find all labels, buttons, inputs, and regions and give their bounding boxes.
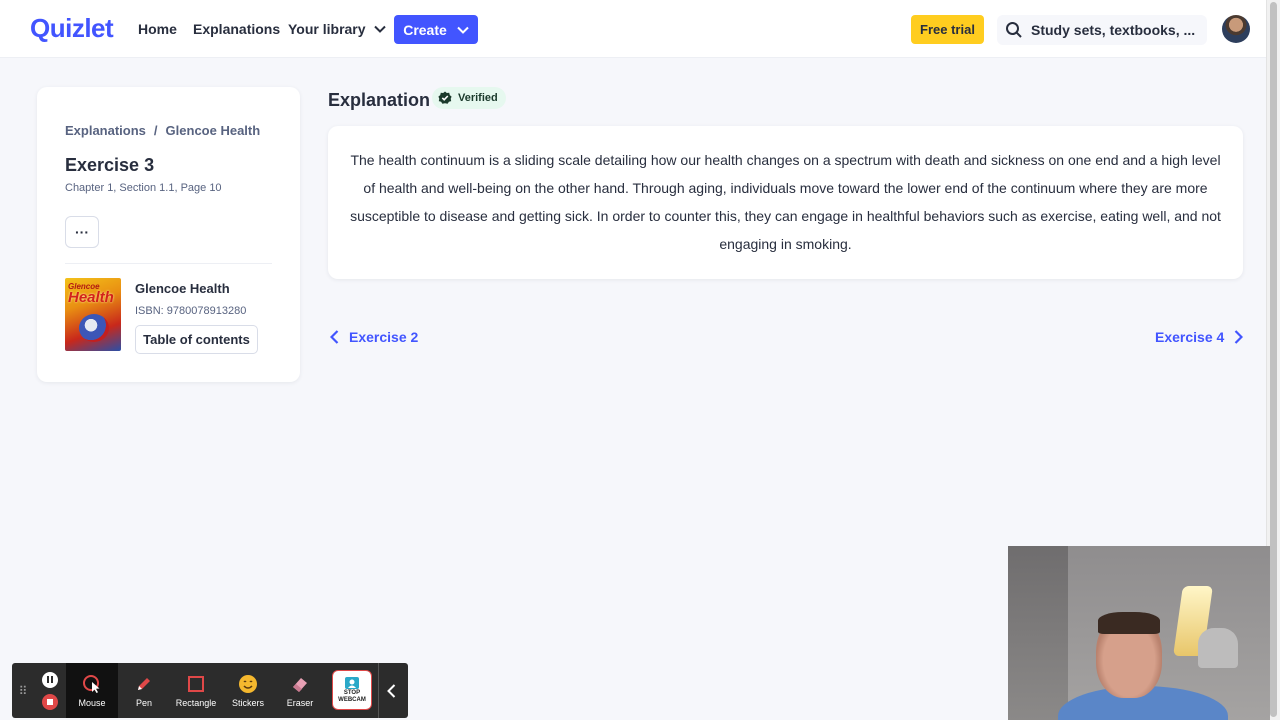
previous-exercise-label: Exercise 2 xyxy=(349,329,419,345)
rectangle-icon xyxy=(188,676,204,692)
webcam-background-door xyxy=(1008,546,1068,720)
textbook-isbn: ISBN: 9780078913280 xyxy=(135,305,247,317)
breadcrumb: Explanations / Glencoe Health xyxy=(65,123,260,138)
create-button[interactable]: Create xyxy=(394,15,478,44)
stop-recording-button[interactable] xyxy=(42,693,58,710)
verified-label: Verified xyxy=(458,92,498,104)
smiley-sticker-icon xyxy=(239,675,257,693)
more-options-button[interactable]: ··· xyxy=(65,216,99,248)
nav-library-label: Your library xyxy=(288,21,366,37)
stop-webcam-button[interactable]: STOP WEBCAM xyxy=(332,670,372,710)
mouse-tool[interactable]: Mouse xyxy=(66,663,118,718)
mouse-tool-label: Mouse xyxy=(78,698,106,708)
screen-recorder-toolbar: ⠿ Mouse Pen Rectangle Stickers Eraser ST… xyxy=(12,663,408,718)
free-trial-button[interactable]: Free trial xyxy=(911,15,984,44)
collapse-toolbar-button[interactable] xyxy=(378,663,404,718)
nav-home[interactable]: Home xyxy=(138,21,177,37)
divider xyxy=(65,263,272,264)
exercise-info-card: Explanations / Glencoe Health Exercise 3… xyxy=(37,87,300,382)
eraser-icon xyxy=(293,678,307,692)
pen-tool[interactable]: Pen xyxy=(118,663,170,718)
exercise-location: Chapter 1, Section 1.1, Page 10 xyxy=(65,182,222,194)
chevron-left-icon xyxy=(330,330,339,344)
chevron-right-icon xyxy=(1235,330,1244,344)
top-navigation: Quizlet Home Explanations Your library C… xyxy=(0,0,1266,58)
rectangle-tool[interactable]: Rectangle xyxy=(170,663,222,718)
stop-webcam-label-line1: STOP xyxy=(343,690,361,696)
webcam-background-lampshade xyxy=(1198,628,1238,668)
drag-handle-icon[interactable]: ⠿ xyxy=(12,663,34,718)
pen-icon xyxy=(138,678,150,690)
user-avatar[interactable] xyxy=(1222,15,1250,43)
cover-title-text: Health xyxy=(68,289,114,306)
scrollbar-thumb[interactable] xyxy=(1270,2,1277,717)
webcam-presenter-hair xyxy=(1098,612,1160,634)
exercise-title: Exercise 3 xyxy=(65,155,155,175)
stickers-tool[interactable]: Stickers xyxy=(222,663,274,718)
recording-controls xyxy=(34,663,66,718)
webcam-video-overlay[interactable] xyxy=(1008,546,1270,720)
table-of-contents-button[interactable]: Table of contents xyxy=(135,325,258,354)
breadcrumb-separator: / xyxy=(153,123,158,138)
nav-explanations[interactable]: Explanations xyxy=(193,21,280,37)
next-exercise-link[interactable]: Exercise 4 xyxy=(1155,329,1244,345)
search-icon xyxy=(1006,22,1022,38)
webcam-icon xyxy=(345,677,359,689)
verified-check-icon xyxy=(438,91,452,104)
chevron-left-icon xyxy=(387,683,396,698)
stop-webcam-label-line2: WEBCAM xyxy=(338,697,366,703)
nav-your-library[interactable]: Your library xyxy=(288,21,386,37)
mouse-cursor-icon xyxy=(83,675,100,693)
search-bar[interactable] xyxy=(997,15,1207,45)
breadcrumb-glencoe-health[interactable]: Glencoe Health xyxy=(166,123,261,138)
quizlet-logo[interactable]: Quizlet xyxy=(30,13,114,44)
create-label: Create xyxy=(403,21,447,38)
textbook-cover-image[interactable]: Glencoe Health xyxy=(65,278,121,351)
stickers-tool-label: Stickers xyxy=(231,698,264,708)
previous-exercise-link[interactable]: Exercise 2 xyxy=(330,329,418,345)
rectangle-tool-label: Rectangle xyxy=(175,698,217,708)
chevron-down-icon xyxy=(457,26,469,34)
pause-recording-button[interactable] xyxy=(42,671,58,688)
search-input[interactable] xyxy=(1031,22,1201,38)
pen-tool-label: Pen xyxy=(135,698,152,708)
explanation-card: The health continuum is a sliding scale … xyxy=(328,126,1243,279)
explanation-text: The health continuum is a sliding scale … xyxy=(350,152,1221,252)
eraser-tool-label: Eraser xyxy=(286,698,314,708)
explanation-heading: Explanation xyxy=(328,90,431,110)
verified-badge: Verified xyxy=(432,87,506,109)
textbook-title[interactable]: Glencoe Health xyxy=(135,281,230,296)
chevron-down-icon xyxy=(373,25,386,33)
next-exercise-label: Exercise 4 xyxy=(1155,329,1225,345)
eraser-tool[interactable]: Eraser xyxy=(274,663,326,718)
cover-illustration xyxy=(79,314,109,342)
breadcrumb-explanations[interactable]: Explanations xyxy=(65,123,146,138)
